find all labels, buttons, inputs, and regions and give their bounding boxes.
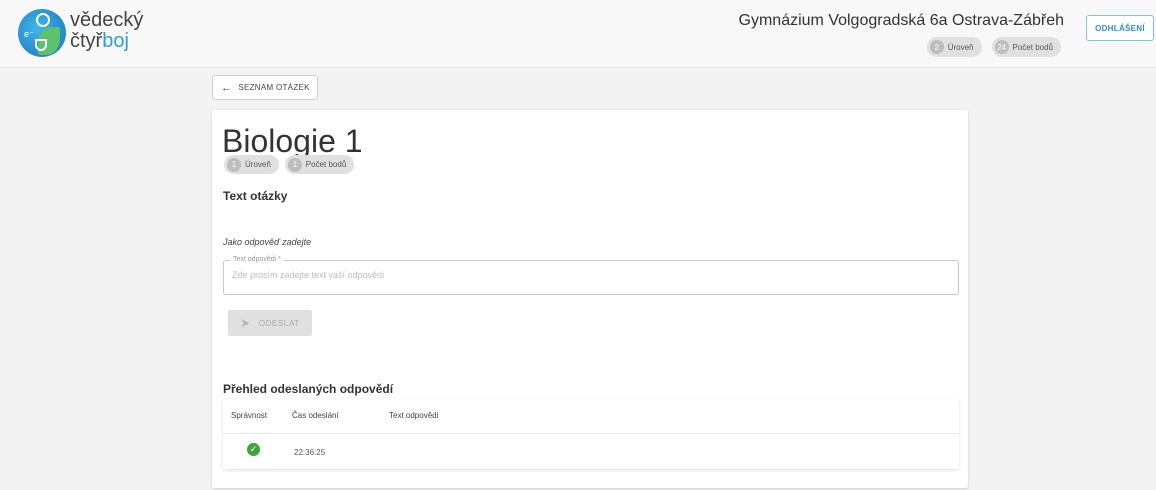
team-stats: 2 Úroveň 24 Počet bodů [926, 37, 1061, 57]
column-header-correctness: Správnost [231, 411, 268, 420]
arrow-left-icon: ← [221, 81, 233, 94]
answer-hint: Jako odpověď zadejte [223, 237, 312, 247]
question-stats: 1 Úroveň 1 Počet bodů [224, 155, 355, 174]
question-level-value: 1 [227, 157, 241, 172]
question-text-heading: Text otázky [223, 189, 288, 203]
level-value: 2 [929, 40, 944, 54]
points-chip: 24 Počet bodů [991, 37, 1061, 57]
level-label: Úroveň [947, 42, 974, 52]
answer-field[interactable]: Text odpovědi * [223, 256, 959, 295]
question-level-chip: 1 Úroveň [224, 155, 279, 174]
brand-line1: vědecký [70, 9, 144, 31]
back-label: SEZNAM OTÁZEK [238, 83, 310, 92]
brand-line2: čtyřboj [70, 30, 129, 52]
column-header-text: Text odpovědi [389, 411, 439, 420]
level-chip: 2 Úroveň [926, 37, 982, 57]
question-level-label: Úroveň [245, 160, 271, 169]
back-to-questions-button[interactable]: ← SEZNAM OTÁZEK [212, 75, 318, 100]
table-row-time: 22:36:25 [294, 448, 326, 457]
question-points-label: Počet bodů [305, 160, 347, 169]
answer-field-label: Text odpovědi * [230, 256, 284, 263]
check-circle-icon: ✓ [247, 443, 260, 456]
history-title: Přehled odeslaných odpovědí [223, 382, 394, 396]
points-value: 24 [994, 40, 1009, 54]
send-label: ODESLAT [258, 318, 300, 328]
brand-name[interactable]: vědecký čtyřboj [70, 10, 143, 52]
formula-icon: e⁻ [24, 29, 34, 39]
divider [223, 433, 959, 434]
send-button[interactable]: ➤ ODESLAT [228, 310, 312, 336]
logout-button[interactable]: ODHLÁŠENÍ [1086, 15, 1154, 41]
school-name: Gymnázium Volgogradská 6a Ostrava-Zábřeh [738, 12, 1064, 29]
history-table: Správnost Čas odeslání Text odpovědi ✓ 2… [223, 399, 959, 469]
question-points-chip: 1 Počet bodů [284, 155, 355, 174]
logo[interactable]: e⁻ [18, 9, 66, 57]
atom-icon [36, 13, 50, 27]
points-label: Počet bodů [1012, 42, 1053, 52]
column-header-time: Čas odeslání [292, 411, 339, 420]
flask-icon [35, 39, 47, 51]
question-points-value: 1 [287, 157, 302, 172]
app-header: e⁻ vědecký čtyřboj Gymnázium Volgogradsk… [0, 0, 1156, 68]
question-card: Biologie 1 1 Úroveň 1 Počet bodů Text ot… [212, 110, 968, 488]
answer-input[interactable] [232, 270, 942, 280]
send-icon: ➤ [240, 316, 251, 330]
